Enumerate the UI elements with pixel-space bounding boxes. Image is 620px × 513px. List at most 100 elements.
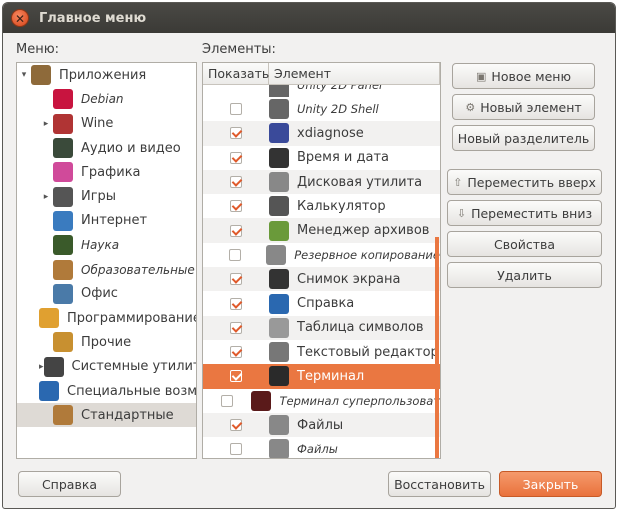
menu-tree-item[interactable]: Debian [17, 87, 196, 111]
show-checkbox[interactable] [230, 176, 242, 189]
show-checkbox[interactable] [230, 103, 242, 116]
menu-tree-item[interactable]: ▸ Игры [17, 184, 196, 208]
element-label: Файлы [297, 442, 338, 457]
show-checkbox[interactable] [230, 297, 242, 310]
element-row[interactable]: Файлы [203, 437, 440, 458]
calculator-icon [269, 196, 289, 217]
element-label: Терминал [297, 368, 365, 384]
element-row[interactable]: Таблица символов [203, 315, 440, 340]
element-row[interactable]: Текстовый редактор [203, 340, 440, 364]
show-cell [203, 394, 251, 407]
expander-icon[interactable]: ▾ [17, 70, 31, 80]
menu-tree-item-label: Образовательные [81, 262, 195, 277]
show-cell [203, 127, 269, 140]
element-row[interactable]: Менеджер архивов [203, 218, 440, 243]
new-menu-button[interactable]: ▣ Новое меню [452, 63, 595, 89]
show-checkbox[interactable] [230, 419, 242, 431]
element-label: Резервное копирование [294, 247, 440, 262]
move-down-button[interactable]: ⇩ Переместить вниз [447, 200, 602, 226]
new-separator-button[interactable]: Новый разделитель [452, 125, 595, 151]
menu-tree-item[interactable]: ▾ Приложения [17, 63, 196, 87]
show-checkbox[interactable] [230, 443, 242, 456]
element-label: Текстовый редактор [297, 344, 439, 360]
multimedia-icon [53, 138, 73, 159]
show-cell [203, 297, 269, 310]
unity-panel-icon [269, 85, 289, 97]
element-row[interactable]: Unity 2D Panel [203, 85, 440, 97]
menu-tree-item[interactable]: ▸ Системные утилиты [17, 355, 196, 379]
expander-icon[interactable]: ▸ [39, 119, 53, 129]
expander-icon[interactable]: ▸ [39, 362, 44, 372]
menu-tree-item-label: Программирование [67, 310, 197, 326]
new-item-label: Новый элемент [480, 99, 582, 115]
show-cell [203, 176, 269, 189]
menu-tree-item[interactable]: Образовательные [17, 257, 196, 281]
close-label: Закрыть [522, 476, 579, 492]
element-row[interactable]: Терминал [203, 364, 440, 389]
expander-icon[interactable]: ▸ [39, 192, 53, 202]
menu-tree-item-label: Системные утилиты [71, 359, 197, 375]
close-window-icon[interactable]: ✕ [11, 9, 29, 27]
show-checkbox[interactable] [221, 394, 234, 407]
element-row[interactable]: Резервное копирование [203, 243, 440, 267]
element-row[interactable]: Время и дата [203, 146, 440, 170]
menu-tree-item[interactable]: Графика [17, 160, 196, 184]
properties-label: Свойства [493, 236, 556, 252]
element-row[interactable]: xdiagnose [203, 121, 440, 146]
show-cell [203, 346, 269, 359]
unity-shell-icon [269, 99, 289, 120]
properties-button[interactable]: Свойства [447, 231, 602, 257]
show-checkbox[interactable] [230, 151, 242, 164]
restore-button[interactable]: Восстановить [388, 471, 491, 497]
show-checkbox[interactable] [230, 127, 242, 140]
show-checkbox[interactable] [230, 224, 242, 237]
menu-tree-item-label: Прочие [81, 334, 132, 350]
help-button[interactable]: Справка [18, 471, 121, 497]
delete-button[interactable]: Удалить [447, 262, 602, 288]
menu-tree[interactable]: ▾ Приложения Debian ▸ Wine Аудио и видео Графи… [16, 62, 197, 459]
element-label: Снимок экрана [297, 271, 401, 287]
elements-label: Элементы: [202, 42, 276, 57]
graphics-icon [53, 162, 73, 183]
elements-list[interactable]: Показать Элемент Unity 2D Panel Unity 2D … [202, 62, 441, 459]
accessibility-icon [39, 381, 59, 401]
close-button[interactable]: Закрыть [499, 471, 602, 497]
move-up-button[interactable]: ⇧ Переместить вверх [447, 169, 602, 195]
show-checkbox[interactable] [230, 321, 242, 334]
show-checkbox[interactable] [230, 200, 242, 213]
element-row[interactable]: Снимок экрана [203, 267, 440, 292]
column-show-header[interactable]: Показать [203, 63, 269, 84]
menu-tree-item-label: Приложения [59, 67, 147, 83]
menu-tree-item[interactable]: Специальные возмо [17, 379, 196, 403]
column-element-header[interactable]: Элемент [269, 63, 440, 84]
menu-tree-item-label: Графика [81, 164, 141, 180]
new-item-button[interactable]: ⚙ Новый элемент [452, 94, 595, 120]
menu-tree-item[interactable]: Программирование [17, 306, 196, 330]
menu-tree-item[interactable]: Интернет [17, 209, 196, 233]
element-row[interactable]: Unity 2D Shell [203, 97, 440, 121]
menu-tree-item[interactable]: ▸ Wine [17, 112, 196, 136]
menu-tree-item[interactable]: Офис [17, 282, 196, 306]
element-row[interactable]: Терминал суперпользоват [203, 389, 440, 413]
element-row[interactable]: Файлы [203, 412, 440, 438]
wine-icon [53, 113, 73, 134]
office-icon [53, 283, 73, 304]
terminal-icon [269, 366, 289, 387]
show-cell [203, 224, 269, 237]
element-label: xdiagnose [297, 125, 364, 141]
show-cell [203, 419, 269, 431]
show-checkbox[interactable] [228, 248, 241, 261]
help-label: Справка [41, 476, 98, 492]
science-icon [53, 235, 73, 256]
menu-tree-item[interactable]: Наука [17, 233, 196, 257]
show-checkbox[interactable] [230, 273, 242, 286]
element-row[interactable]: Дисковая утилита [203, 169, 440, 195]
menu-tree-item[interactable]: Прочие [17, 330, 196, 354]
element-label: Терминал суперпользоват [279, 393, 440, 408]
element-row[interactable]: Справка [203, 291, 440, 315]
show-checkbox[interactable] [230, 370, 242, 383]
menu-tree-item[interactable]: Аудио и видео [17, 136, 196, 160]
element-row[interactable]: Калькулятор [203, 194, 440, 218]
show-checkbox[interactable] [230, 346, 242, 359]
menu-tree-item[interactable]: Стандартные [17, 403, 196, 428]
